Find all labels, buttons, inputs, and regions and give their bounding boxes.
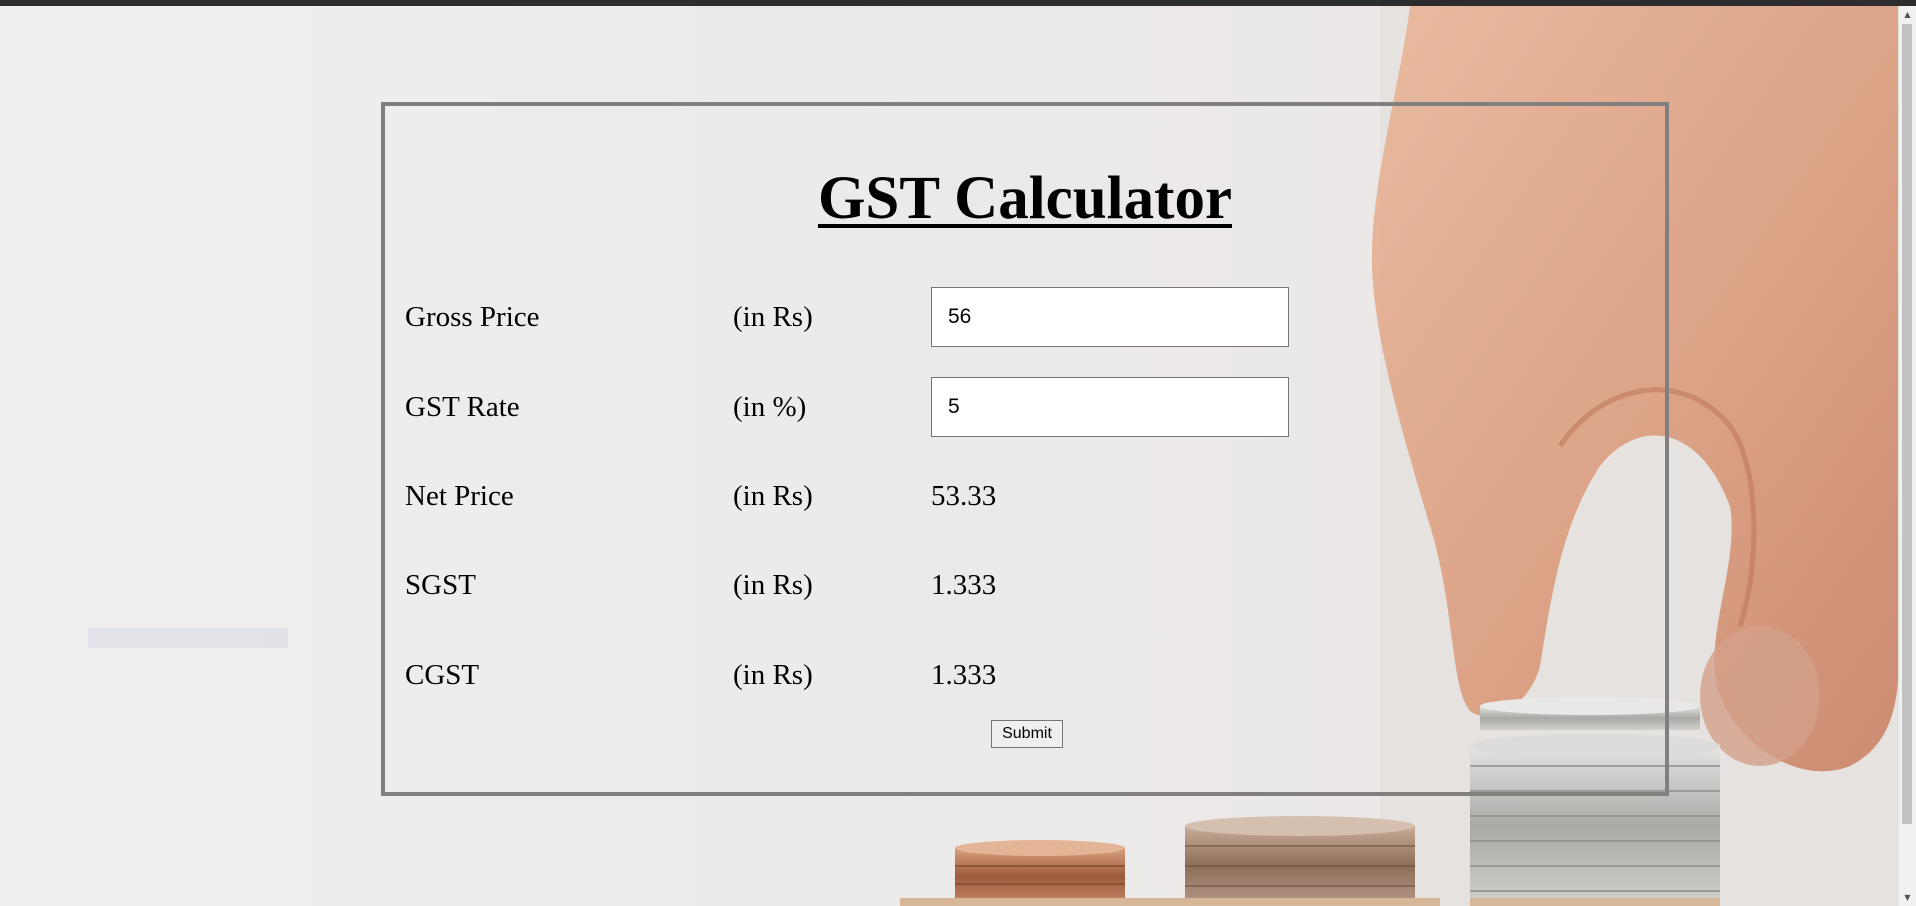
cgst-row: CGST (in Rs) 1.333 [385,645,1665,705]
sgst-value: 1.333 [931,569,997,601]
gst-rate-row: GST Rate (in %) [385,377,1665,437]
net-price-row: Net Price (in Rs) 53.33 [385,466,1665,526]
sgst-row: SGST (in Rs) 1.333 [385,555,1665,615]
net-price-label: Net Price [405,480,514,512]
net-price-unit: (in Rs) [733,480,813,512]
scrollbar-thumb[interactable] [1902,24,1912,824]
vertical-scrollbar[interactable]: ▲ ▼ [1898,6,1916,906]
sgst-label: SGST [405,569,476,601]
cgst-value: 1.333 [931,659,997,691]
cgst-unit: (in Rs) [733,659,813,691]
scroll-up-arrow-icon[interactable]: ▲ [1899,6,1916,23]
gst-calculator-panel: GST Calculator Gross Price (in Rs) GST R… [381,102,1669,796]
cgst-label: CGST [405,659,480,691]
gross-price-label: Gross Price [405,301,540,333]
bronze-coin-stack [1185,816,1415,906]
gross-price-row: Gross Price (in Rs) [385,287,1665,347]
gst-rate-unit: (in %) [733,391,807,423]
page-title: GST Calculator [817,165,1233,232]
gst-rate-input[interactable] [931,377,1289,437]
scroll-down-arrow-icon[interactable]: ▼ [1899,889,1916,906]
gross-price-input[interactable] [931,287,1289,347]
gross-price-unit: (in Rs) [733,301,813,333]
faint-background-label [88,628,288,648]
gst-rate-label: GST Rate [405,391,520,423]
net-price-value: 53.33 [931,480,997,512]
copper-coin-stack [955,840,1125,906]
sgst-unit: (in Rs) [733,569,813,601]
submit-button[interactable]: Submit [991,720,1063,748]
